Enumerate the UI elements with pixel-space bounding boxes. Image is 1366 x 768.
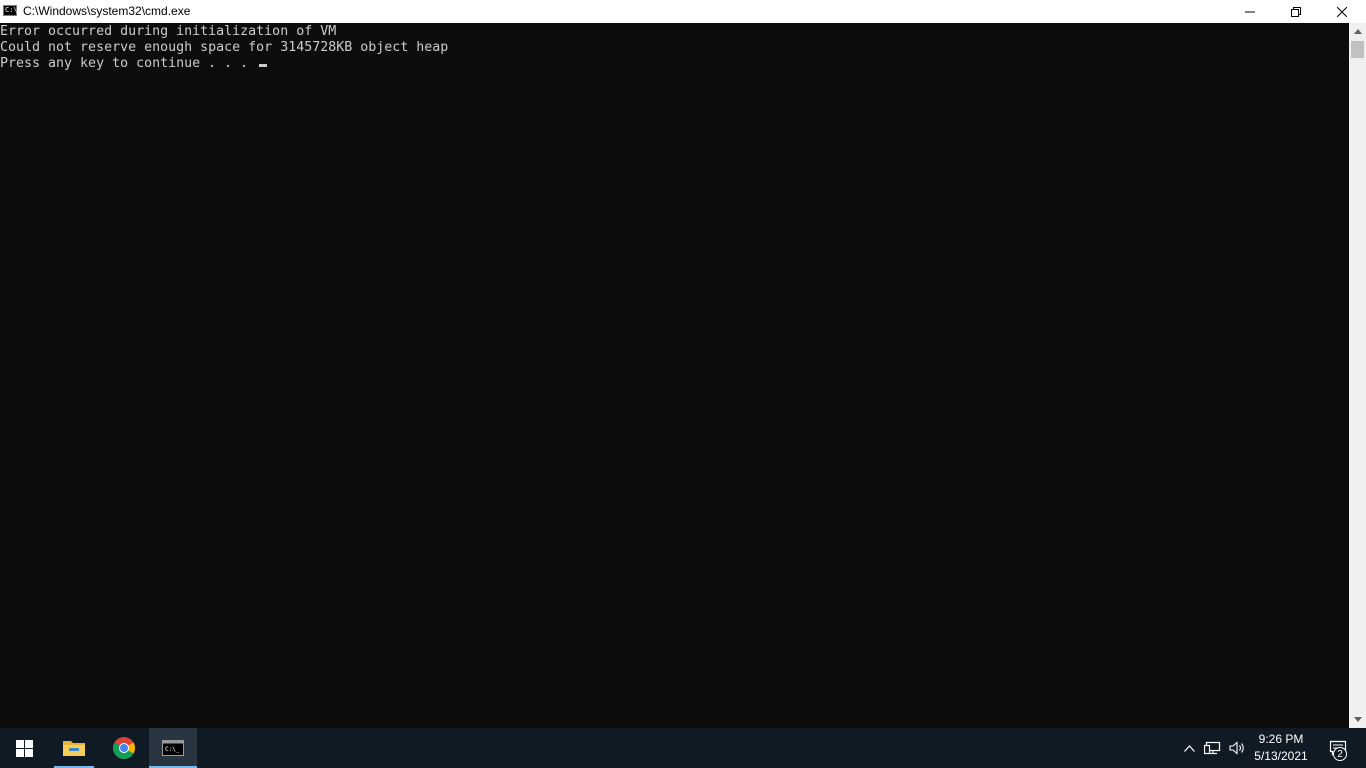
folder-icon xyxy=(63,741,85,756)
scroll-thumb[interactable] xyxy=(1351,41,1364,58)
clock-date: 5/13/2021 xyxy=(1254,749,1308,763)
taskbar: C:\_ 9:26 PM 5/13/2021 xyxy=(0,728,1366,768)
scroll-down-button[interactable] xyxy=(1349,711,1366,728)
console-text: Error occurred during initialization of … xyxy=(0,24,448,72)
chevron-down-icon xyxy=(1353,717,1362,722)
notification-count-badge: 2 xyxy=(1333,747,1347,761)
cmd-icon[interactable]: C:\ xyxy=(3,5,18,16)
network-icon xyxy=(1204,741,1221,755)
clock-time: 9:26 PM xyxy=(1258,732,1304,746)
volume-icon xyxy=(1228,741,1244,755)
minimize-icon xyxy=(1245,11,1255,12)
window-title: C:\Windows\system32\cmd.exe xyxy=(23,4,191,18)
vertical-scrollbar[interactable] xyxy=(1349,23,1366,728)
cmd-icon-text: C:\ xyxy=(5,6,18,14)
minimize-button[interactable] xyxy=(1227,0,1273,23)
console-line: Could not reserve enough space for 31457… xyxy=(0,40,449,55)
text-cursor xyxy=(259,64,268,67)
console-output[interactable]: Error occurred during initialization of … xyxy=(0,23,1349,728)
scroll-up-button[interactable] xyxy=(1349,23,1366,40)
taskbar-chrome[interactable] xyxy=(100,728,148,768)
chevron-up-icon xyxy=(1183,744,1195,752)
network-button[interactable] xyxy=(1201,728,1225,768)
taskbar-command-prompt[interactable]: C:\_ xyxy=(149,728,197,768)
clock[interactable]: 9:26 PM 5/13/2021 xyxy=(1248,728,1314,768)
console-line-prompt: Press any key to continue . . . xyxy=(0,56,448,72)
show-hidden-icons-button[interactable] xyxy=(1179,728,1199,768)
title-bar[interactable]: C:\ C:\Windows\system32\cmd.exe xyxy=(0,0,1366,23)
windows-logo-icon xyxy=(15,739,33,757)
chrome-icon xyxy=(113,737,135,759)
cmd-icon: C:\_ xyxy=(162,740,184,756)
restore-button[interactable] xyxy=(1273,0,1319,23)
restore-icon xyxy=(1291,6,1301,17)
volume-button[interactable] xyxy=(1226,728,1248,768)
chevron-up-icon xyxy=(1353,29,1362,34)
close-button[interactable] xyxy=(1319,0,1365,23)
taskbar-file-explorer[interactable] xyxy=(50,728,98,768)
close-icon xyxy=(1337,6,1347,17)
svg-text:C:\_: C:\_ xyxy=(165,746,180,753)
console-line: Press any key to continue . . . xyxy=(0,56,257,71)
start-button[interactable] xyxy=(0,728,48,768)
console-line: Error occurred during initialization of … xyxy=(0,24,337,39)
